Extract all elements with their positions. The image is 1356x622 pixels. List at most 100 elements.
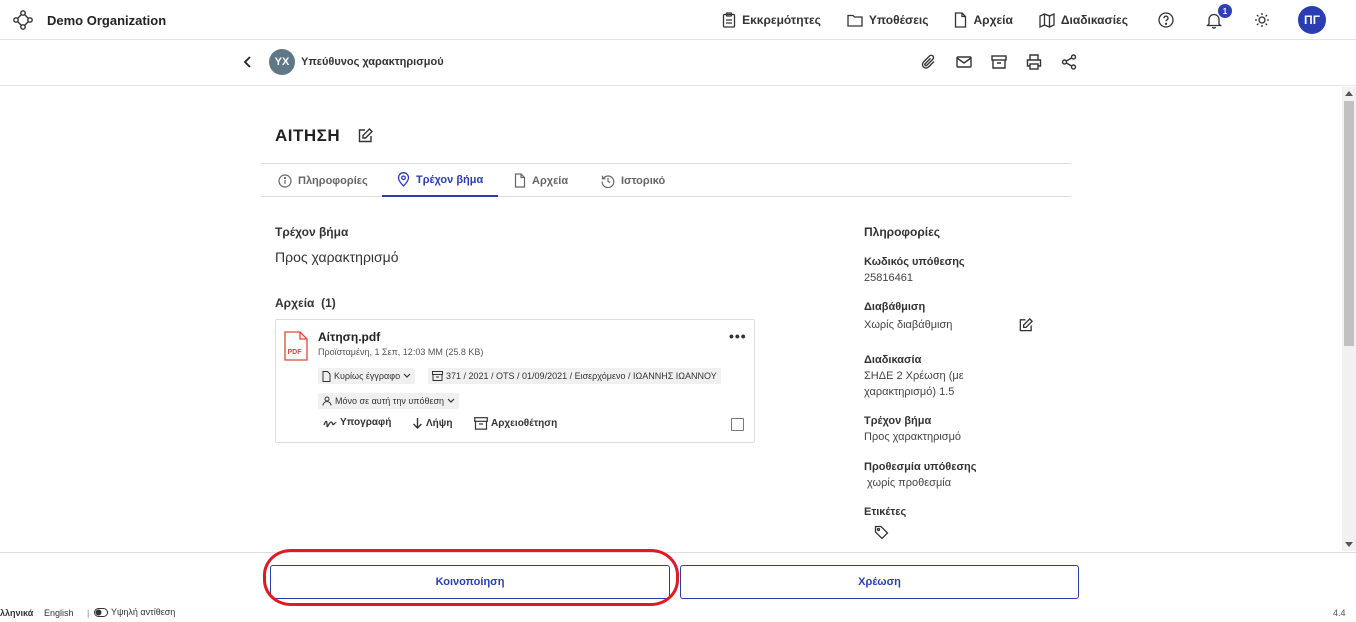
signature-icon [323, 418, 337, 428]
archive-file-label: Αρχειοθέτηση [491, 418, 558, 429]
printer-icon [1025, 53, 1043, 71]
tab-info-label: Πληροφορίες [298, 174, 368, 187]
tab-files-label: Αρχεία [532, 174, 569, 187]
tab-files[interactable]: Αρχεία [499, 164, 583, 197]
mail-icon [955, 53, 973, 71]
scroll-thumb[interactable] [1344, 101, 1354, 346]
edit-classification-button[interactable] [1018, 317, 1034, 333]
case-toolbar: ΥΧ Υπεύθυνος χαρακτηρισμού [0, 40, 1356, 86]
scope-label: Μόνο σε αυτή την υπόθεση [335, 396, 445, 406]
classification-value: Χωρίς διαβάθμιση [864, 319, 953, 331]
share-icon [1060, 53, 1078, 71]
notification-badge: 1 [1218, 4, 1232, 18]
map-icon [1039, 12, 1055, 28]
edit-title-button[interactable] [357, 127, 374, 144]
nav-pending[interactable]: Εκκρεμότητες [722, 12, 821, 28]
download-arrow-icon [412, 417, 423, 429]
file-icon [954, 12, 967, 28]
tag-icon [874, 525, 889, 540]
sign-button[interactable]: Υπογραφή [323, 417, 391, 428]
info-icon [278, 173, 292, 188]
procedure-label: Διαδικασία [864, 354, 922, 366]
more-horizontal-icon: ••• [729, 328, 747, 344]
file-select-checkbox[interactable] [731, 418, 744, 431]
vertical-scrollbar[interactable] [1342, 87, 1356, 551]
sign-label: Υπογραφή [340, 417, 392, 428]
bottom-separator: | [87, 608, 90, 618]
lang-greek[interactable]: Ελληνικά [0, 608, 33, 618]
top-bar: Demo Organization Εκκρεμότητες Υποθέσεις… [0, 0, 1356, 40]
nav-pending-label: Εκκρεμότητες [742, 13, 821, 27]
email-button[interactable] [955, 53, 973, 71]
assign-button[interactable]: Χρέωση [680, 565, 1079, 599]
case-actions [920, 53, 1078, 71]
document-type-select[interactable]: Κυρίως έγγραφο [318, 368, 416, 384]
role-avatar: ΥΧ [269, 49, 295, 75]
download-button[interactable]: Λήψη [412, 417, 452, 429]
tab-current-step-label: Τρέχον βήμα [416, 173, 484, 186]
bottom-bar: Ελληνικά English | Υψηλή αντίθεση 4.4 [0, 604, 1356, 622]
tab-history[interactable]: Ιστορικό [586, 164, 680, 197]
download-label: Λήψη [426, 417, 453, 429]
sun-icon [1254, 12, 1270, 28]
archive-file-button[interactable]: Αρχειοθέτηση [474, 417, 557, 430]
info-panel-title: Πληροφορίες [864, 225, 941, 239]
high-contrast-toggle[interactable]: Υψηλή αντίθεση [94, 607, 175, 617]
tab-info[interactable]: Πληροφορίες [263, 164, 383, 197]
current-step-value: Προς χαρακτηρισμό [275, 249, 399, 265]
help-icon [1158, 12, 1174, 28]
deadline-label: Προθεσμία υπόθεσης [864, 461, 977, 473]
nav-files-label: Αρχεία [973, 13, 1013, 27]
scroll-up-arrow[interactable] [1345, 91, 1353, 96]
contrast-toggle-icon [94, 607, 108, 617]
org-logo-link[interactable]: Demo Organization [12, 9, 166, 31]
protocol-chip: 371 / 2021 / OTS / 01/09/2021 / Εισερχόμ… [428, 368, 721, 384]
nav-cases-label: Υποθέσεις [868, 13, 929, 27]
share-notify-button[interactable]: Κοινοποίηση [270, 565, 670, 599]
theme-toggle-button[interactable] [1250, 8, 1274, 32]
case-code-label: Κωδικός υπόθεσης [864, 256, 965, 268]
paperclip-icon [920, 53, 938, 71]
archive-button[interactable] [990, 53, 1008, 71]
files-header-label: Αρχεία [275, 296, 315, 310]
notifications-button[interactable]: 1 [1202, 4, 1232, 32]
pdf-file-icon: PDF [284, 331, 308, 361]
add-tag-button[interactable] [874, 525, 889, 540]
nav-cases[interactable]: Υποθέσεις [847, 13, 929, 27]
archive-icon [474, 417, 488, 430]
back-button[interactable] [240, 54, 256, 70]
lang-english[interactable]: English [44, 608, 74, 618]
current-step-info-label: Τρέχον βήμα [864, 415, 932, 427]
nav-procedures[interactable]: Διαδικασίες [1039, 12, 1128, 28]
print-button[interactable] [1025, 53, 1043, 71]
main-nav: Εκκρεμότητες Υποθέσεις Αρχεία Διαδικασίε… [722, 0, 1356, 40]
chevron-down-icon [447, 398, 455, 404]
user-avatar[interactable]: ΠΓ [1298, 6, 1326, 34]
archive-icon [990, 53, 1008, 71]
procedure-value: ΣΗΔΕ 2 Χρέωση (με χαρακτηρισμό) 1.5 [864, 370, 964, 398]
scroll-down-arrow[interactable] [1345, 542, 1353, 547]
high-contrast-label: Υψηλή αντίθεση [111, 607, 176, 617]
tab-history-label: Ιστορικό [621, 174, 666, 187]
file-name[interactable]: Αίτηση.pdf [318, 330, 380, 344]
scope-select[interactable]: Μόνο σε αυτή την υπόθεση [318, 393, 460, 409]
svg-text:PDF: PDF [288, 349, 303, 356]
share-button[interactable] [1060, 53, 1078, 71]
attach-button[interactable] [920, 53, 938, 71]
file-more-button[interactable]: ••• [729, 328, 747, 344]
nav-files[interactable]: Αρχεία [954, 12, 1013, 28]
file-icon [322, 370, 331, 382]
history-icon [601, 174, 615, 188]
file-meta: Προϊσταμένη, 1 Σεπ, 12:03 ΜΜ (25.8 KB) [318, 347, 484, 357]
edit-icon [1018, 317, 1034, 333]
tab-current-step[interactable]: Τρέχον βήμα [382, 164, 499, 197]
case-code-value: 25816461 [864, 272, 913, 284]
app-version: 4.4 [1333, 608, 1346, 618]
tags-label: Ετικέτες [864, 506, 907, 518]
help-button[interactable] [1154, 8, 1178, 32]
files-count: (1) [321, 296, 336, 310]
file-icon [514, 173, 526, 188]
document-type-label: Κυρίως έγγραφο [334, 371, 401, 381]
chevron-left-icon [240, 54, 256, 70]
case-tabs: Πληροφορίες Τρέχον βήμα Αρχεία Ιστορικό [261, 163, 1071, 197]
